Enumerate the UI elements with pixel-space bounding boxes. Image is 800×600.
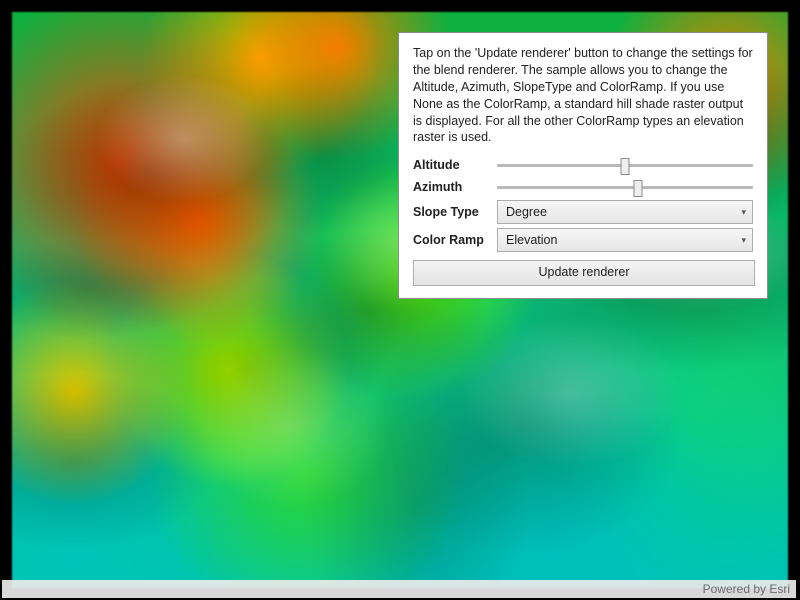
slope-type-row: Slope Type Degree ▾	[413, 200, 753, 224]
azimuth-label: Azimuth	[413, 180, 487, 194]
altitude-slider[interactable]	[497, 156, 753, 174]
altitude-row: Altitude	[413, 156, 753, 174]
color-ramp-row: Color Ramp Elevation ▾	[413, 228, 753, 252]
settings-panel: Tap on the 'Update renderer' button to c…	[398, 32, 768, 299]
app-frame: Powered by Esri Tap on the 'Update rende…	[0, 0, 800, 600]
color-ramp-dropdown[interactable]: Elevation ▾	[497, 228, 753, 252]
instructions-text: Tap on the 'Update renderer' button to c…	[413, 45, 753, 146]
slope-type-value: Degree	[506, 205, 547, 219]
altitude-slider-thumb[interactable]	[621, 158, 630, 175]
slope-type-label: Slope Type	[413, 205, 487, 219]
azimuth-row: Azimuth	[413, 178, 753, 196]
slider-track	[497, 186, 753, 189]
slope-type-dropdown[interactable]: Degree ▾	[497, 200, 753, 224]
color-ramp-label: Color Ramp	[413, 233, 487, 247]
azimuth-slider[interactable]	[497, 178, 753, 196]
color-ramp-value: Elevation	[506, 233, 557, 247]
altitude-label: Altitude	[413, 158, 487, 172]
chevron-down-icon: ▾	[741, 235, 746, 246]
chevron-down-icon: ▾	[741, 207, 746, 218]
map-attribution: Powered by Esri	[2, 580, 796, 598]
update-renderer-button[interactable]: Update renderer	[413, 260, 755, 286]
azimuth-slider-thumb[interactable]	[633, 180, 642, 197]
